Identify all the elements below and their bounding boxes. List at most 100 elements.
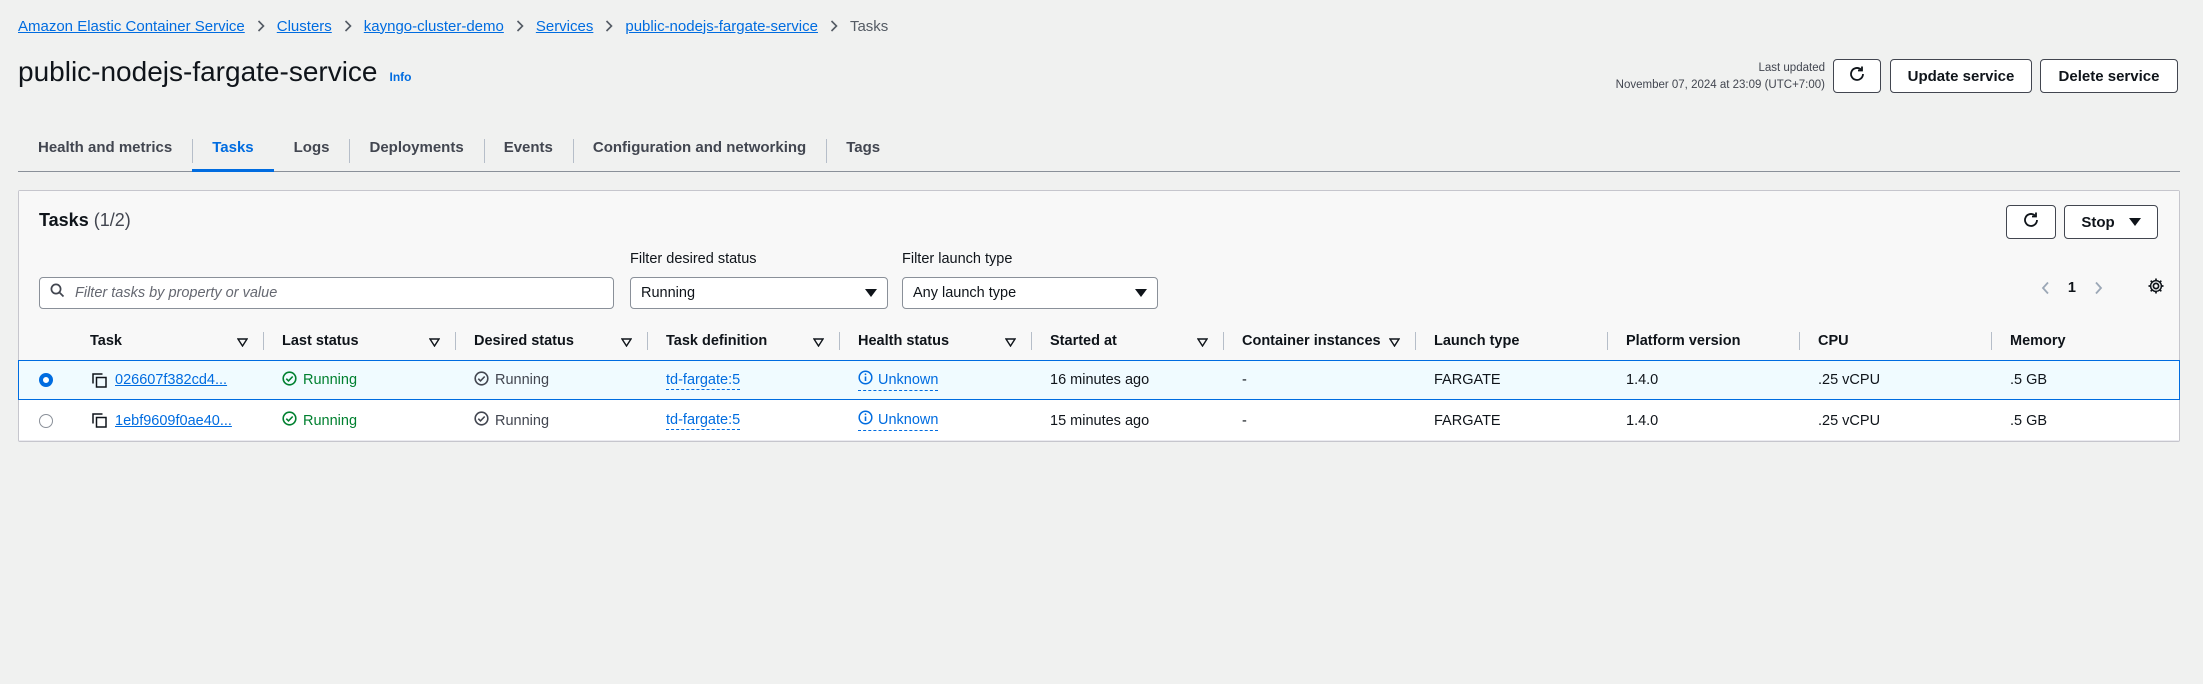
filter-launch-type-select[interactable]: Any launch type	[902, 277, 1158, 309]
settings-gear-icon[interactable]	[2147, 277, 2165, 299]
breadcrumb-cluster[interactable]: kayngo-cluster-demo	[364, 18, 504, 35]
copy-icon[interactable]	[92, 413, 107, 428]
task-definition-cell: td-fargate:5	[648, 401, 840, 440]
tasks-count: (1/2)	[93, 210, 131, 230]
column-label-last-status: Last status	[282, 333, 359, 349]
column-label-container-instances: Container instances	[1242, 333, 1381, 349]
health-status-cell: Unknown	[840, 361, 1032, 399]
breadcrumb-ecs[interactable]: Amazon Elastic Container Service	[18, 18, 245, 35]
tab-tags[interactable]: Tags	[826, 124, 900, 171]
update-service-button[interactable]: Update service	[1890, 59, 2032, 93]
sort-caret-icon	[236, 335, 249, 351]
last-status: Running	[282, 370, 358, 390]
desired-status-text: Running	[495, 372, 550, 388]
stop-label: Stop	[2081, 213, 2115, 231]
sort-caret-icon	[812, 335, 825, 351]
task-cell: 026607f382cd4...	[72, 361, 264, 399]
column-label-task-definition: Task definition	[666, 333, 768, 349]
copy-icon[interactable]	[92, 372, 107, 388]
health-status-popover[interactable]: Unknown	[858, 410, 939, 431]
breadcrumb-services[interactable]: Services	[536, 18, 594, 35]
last-status-cell: Running	[264, 361, 456, 399]
delete-service-button[interactable]: Delete service	[2040, 59, 2178, 93]
sort-caret-icon	[620, 335, 633, 351]
info-circle-icon	[858, 410, 873, 430]
task-definition-cell: td-fargate:5	[648, 361, 840, 399]
table-row[interactable]: 1ebf9609f0ae40... Running Running td-far…	[19, 401, 2179, 441]
last-status-text: Running	[303, 412, 358, 429]
column-header-desired-status[interactable]: Desired status	[456, 321, 648, 361]
column-header-last-status[interactable]: Last status	[264, 321, 456, 361]
column-header-memory: Memory	[1992, 321, 2172, 361]
success-check-icon	[282, 370, 297, 390]
select-column-header	[19, 321, 72, 361]
sort-caret-icon	[1004, 335, 1017, 351]
container-instances-cell: -	[1242, 412, 1247, 429]
started-at-cell: 16 minutes ago	[1050, 372, 1150, 388]
breadcrumb-clusters[interactable]: Clusters	[277, 18, 332, 35]
chevron-right-icon	[830, 20, 838, 32]
task-search-input[interactable]	[75, 285, 595, 301]
started-at-cell: 15 minutes ago	[1050, 412, 1150, 429]
health-status-popover[interactable]: Unknown	[858, 369, 939, 391]
column-header-cpu: CPU	[1800, 321, 1992, 361]
last-updated-value: November 07, 2024 at 23:09 (UTC+7:00)	[1615, 79, 1825, 91]
sort-caret-icon	[1196, 335, 1209, 351]
tab-bar: Health and metrics Tasks Logs Deployment…	[18, 124, 2180, 172]
check-circle-icon	[474, 370, 489, 390]
success-check-icon	[282, 411, 297, 430]
pagination: 1	[2041, 277, 2165, 299]
filter-desired-status-select[interactable]: Running	[630, 277, 888, 309]
column-header-platform-version: Platform version	[1608, 321, 1800, 361]
tasks-refresh-button[interactable]	[2006, 205, 2056, 239]
task-search-field[interactable]	[39, 277, 614, 309]
tab-configuration-and-networking[interactable]: Configuration and networking	[572, 124, 826, 171]
tab-events[interactable]: Events	[483, 124, 573, 171]
refresh-button[interactable]	[1833, 59, 1881, 93]
filter-desired-status-label: Filter desired status	[630, 251, 757, 267]
task-definition-link[interactable]: td-fargate:5	[666, 371, 741, 390]
desired-status: Running	[474, 370, 550, 390]
tab-tasks[interactable]: Tasks	[192, 124, 275, 172]
container-instances-cell: -	[1242, 372, 1247, 388]
desired-status-cell: Running	[456, 361, 648, 399]
search-icon	[50, 283, 65, 303]
row-radio-button[interactable]	[39, 413, 53, 428]
page-number[interactable]: 1	[2068, 280, 2076, 296]
last-status-cell: Running	[264, 401, 456, 440]
health-status-text: Unknown	[878, 371, 939, 388]
sort-caret-icon	[1388, 335, 1401, 351]
tab-deployments[interactable]: Deployments	[349, 124, 483, 171]
last-updated-label: Last updated	[1758, 62, 1825, 74]
task-id-link[interactable]: 1ebf9609f0ae40...	[115, 413, 232, 429]
column-header-task-definition[interactable]: Task definition	[648, 321, 840, 361]
tasks-title: Tasks (1/2)	[39, 210, 131, 231]
tab-health-and-metrics[interactable]: Health and metrics	[18, 124, 192, 171]
column-header-container-instances[interactable]: Container instances	[1224, 321, 1416, 361]
launch-type-cell: FARGATE	[1434, 372, 1501, 388]
breadcrumb-current: Tasks	[849, 17, 889, 35]
task-definition-link[interactable]: td-fargate:5	[666, 411, 741, 430]
row-radio-button[interactable]	[39, 373, 53, 387]
table-row[interactable]: 026607f382cd4... Running Running td-farg…	[18, 360, 2180, 400]
tasks-panel: Tasks (1/2) Stop Filter desired status R…	[18, 190, 2180, 442]
next-page-icon[interactable]	[2094, 281, 2103, 295]
tab-logs[interactable]: Logs	[274, 124, 350, 171]
info-link[interactable]: Info	[390, 70, 412, 84]
chevron-right-icon	[257, 20, 265, 32]
breadcrumb-service[interactable]: public-nodejs-fargate-service	[625, 18, 818, 35]
column-label-task: Task	[90, 333, 122, 349]
column-header-health-status[interactable]: Health status	[840, 321, 1032, 361]
column-header-task[interactable]: Task	[72, 321, 264, 361]
page-title: public-nodejs-fargate-service Info	[18, 56, 412, 88]
stop-dropdown-button[interactable]: Stop	[2064, 205, 2158, 239]
platform-version-cell: 1.4.0	[1626, 412, 1659, 429]
health-status-text: Unknown	[878, 412, 939, 428]
last-status-text: Running	[303, 372, 358, 388]
column-header-started-at[interactable]: Started at	[1032, 321, 1224, 361]
launch-type-cell: FARGATE	[1434, 412, 1501, 429]
task-id-link[interactable]: 026607f382cd4...	[115, 372, 227, 388]
refresh-icon	[1848, 65, 1866, 87]
filter-desired-status-value: Running	[641, 285, 696, 301]
previous-page-icon[interactable]	[2041, 281, 2050, 295]
